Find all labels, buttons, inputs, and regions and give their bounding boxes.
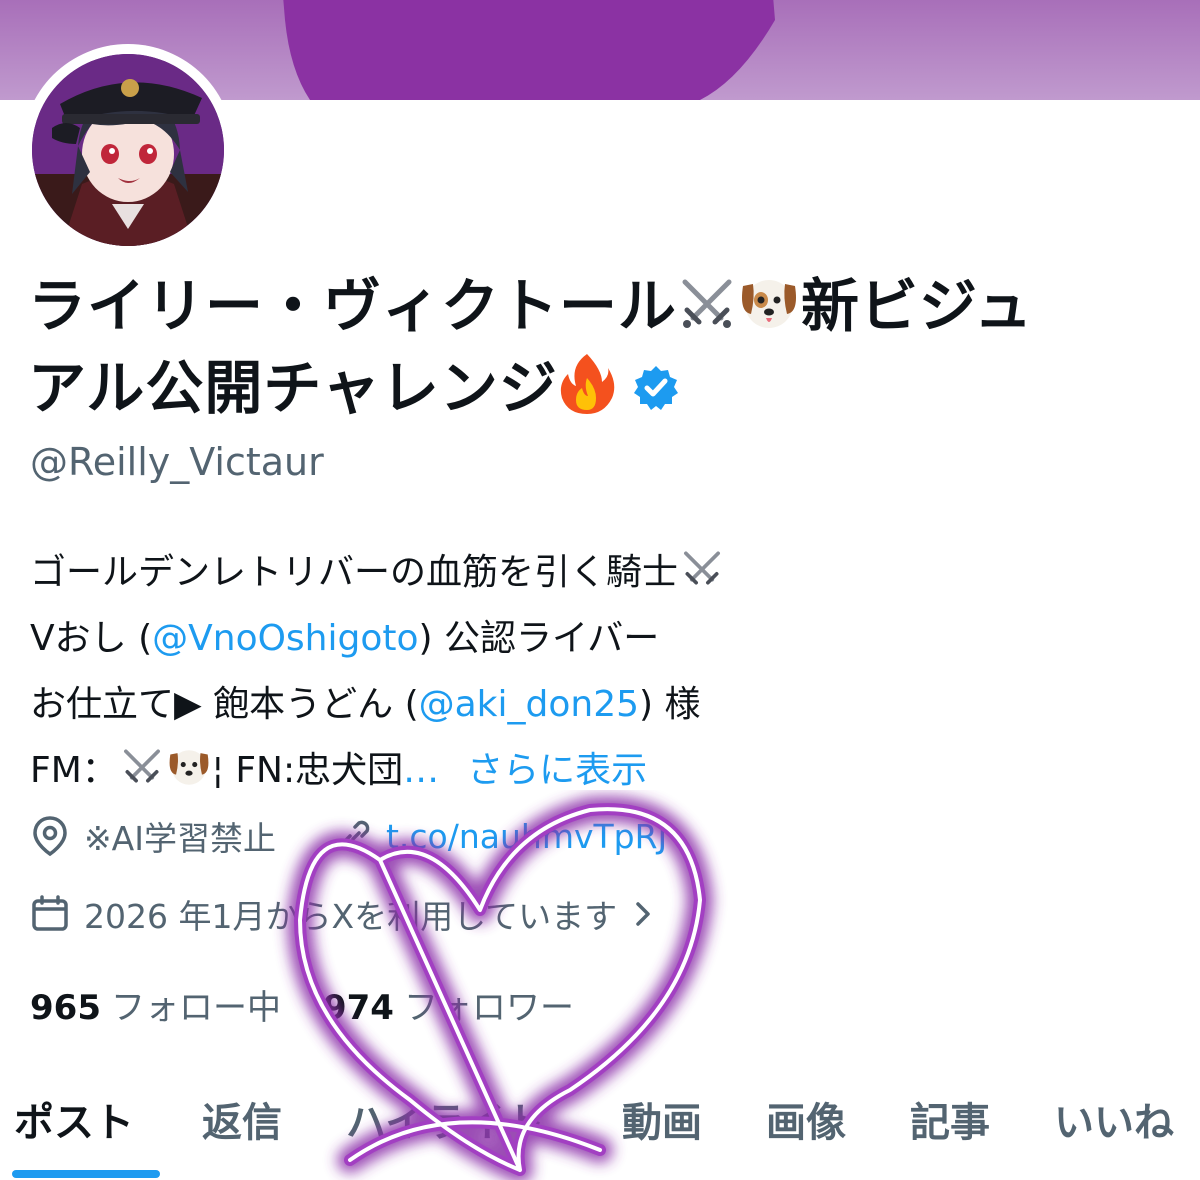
profile-tabs: ポスト 返信 ハイライト 動画 画像 記事 いいね: [0, 1080, 1200, 1180]
bio-text: お仕立て▶ 飽本うどん (: [30, 684, 419, 725]
tab-replies[interactable]: 返信: [202, 1090, 282, 1148]
profile-joined-date: 2026 年1月からXを利用しています: [84, 897, 618, 936]
display-name: ライリー・ヴィクトール 新ビジュ アル公開チャレンジ: [28, 268, 1178, 432]
verified-badge-icon[interactable]: [632, 354, 680, 430]
chevron-right-icon: [636, 902, 650, 926]
bio-line-2: Vおし (@VnoOshigoto) 公認ライバー: [30, 606, 1170, 672]
followers-link[interactable]: 974 フォロワー: [323, 980, 574, 1029]
bio-ellipsis: …: [403, 750, 440, 791]
banner-silhouette: [283, 0, 775, 100]
tab-highlights[interactable]: ハイライト: [346, 1090, 545, 1148]
crossed-swords-icon: [678, 546, 726, 612]
show-more-link[interactable]: さらに表示: [467, 750, 647, 791]
bio-text: Vおし (: [30, 618, 153, 659]
bio-text: ゴールデンレトリバーの血筋を引く騎士: [30, 552, 679, 593]
avatar-illustration: [32, 54, 224, 246]
followers-count: 974: [322, 988, 394, 1028]
profile-meta-row: ※AI学習禁止 t.co/nauhmvTpRJ: [30, 812, 667, 860]
calendar-icon: [32, 895, 68, 931]
tab-posts[interactable]: ポスト: [14, 1090, 134, 1148]
followers-label: フォロワー: [403, 988, 574, 1028]
dog-face-icon: [166, 744, 212, 810]
tab-images[interactable]: 画像: [766, 1090, 846, 1148]
bio-line-3: お仕立て▶ 飽本うどん (@aki_don25) 様: [30, 672, 1170, 738]
display-name-tail: 新ビジュ: [801, 272, 1033, 340]
profile-page: ライリー・ヴィクトール 新ビジュ アル公開チャレンジ @Reilly_Victau…: [0, 0, 1200, 1180]
tab-videos[interactable]: 動画: [622, 1090, 702, 1148]
bio-text: ¦ FN:忠犬団: [211, 750, 404, 791]
profile-joined-row[interactable]: 2026 年1月からXを利用しています: [30, 890, 655, 938]
location-pin-icon: [33, 816, 67, 857]
profile-avatar[interactable]: [22, 44, 234, 256]
profile-location: ※AI学習禁止: [84, 819, 276, 858]
bio-text: FM：: [30, 750, 118, 791]
following-link[interactable]: 965 フォロー中: [30, 980, 281, 1029]
bio-text: ) 様: [639, 684, 701, 725]
bio-line-1: ゴールデンレトリバーの血筋を引く騎士: [30, 540, 1170, 606]
following-count: 965: [30, 988, 101, 1028]
profile-bio: ゴールデンレトリバーの血筋を引く騎士 Vおし (@VnoOshigoto) 公認…: [30, 540, 1170, 804]
tab-likes[interactable]: いいね: [1054, 1090, 1174, 1148]
bio-text: ) 公認ライバー: [418, 618, 660, 659]
follow-stats: 965 フォロー中 974 フォロワー: [30, 980, 574, 1029]
mention-link[interactable]: @VnoOshigoto: [152, 618, 418, 659]
profile-handle: @Reilly_Victaur: [30, 440, 324, 484]
fire-icon: [558, 352, 616, 432]
avatar-image: [32, 54, 224, 246]
tab-articles[interactable]: 記事: [910, 1090, 990, 1148]
mention-link[interactable]: @aki_don25: [419, 684, 639, 725]
display-name-line2: アル公開チャレンジ: [28, 354, 558, 422]
crossed-swords-icon: [677, 272, 737, 350]
display-name-text: ライリー・ヴィクトール: [28, 272, 678, 340]
profile-website-link[interactable]: t.co/nauhmvTpRJ: [386, 817, 667, 856]
dog-face-icon: [737, 272, 801, 350]
link-icon: [342, 820, 370, 852]
following-label: フォロー中: [110, 988, 281, 1028]
crossed-swords-icon: [118, 744, 166, 810]
active-tab-indicator: [12, 1170, 160, 1178]
bio-line-4: FM： ¦ FN:忠犬団… さらに表示: [30, 738, 1170, 804]
